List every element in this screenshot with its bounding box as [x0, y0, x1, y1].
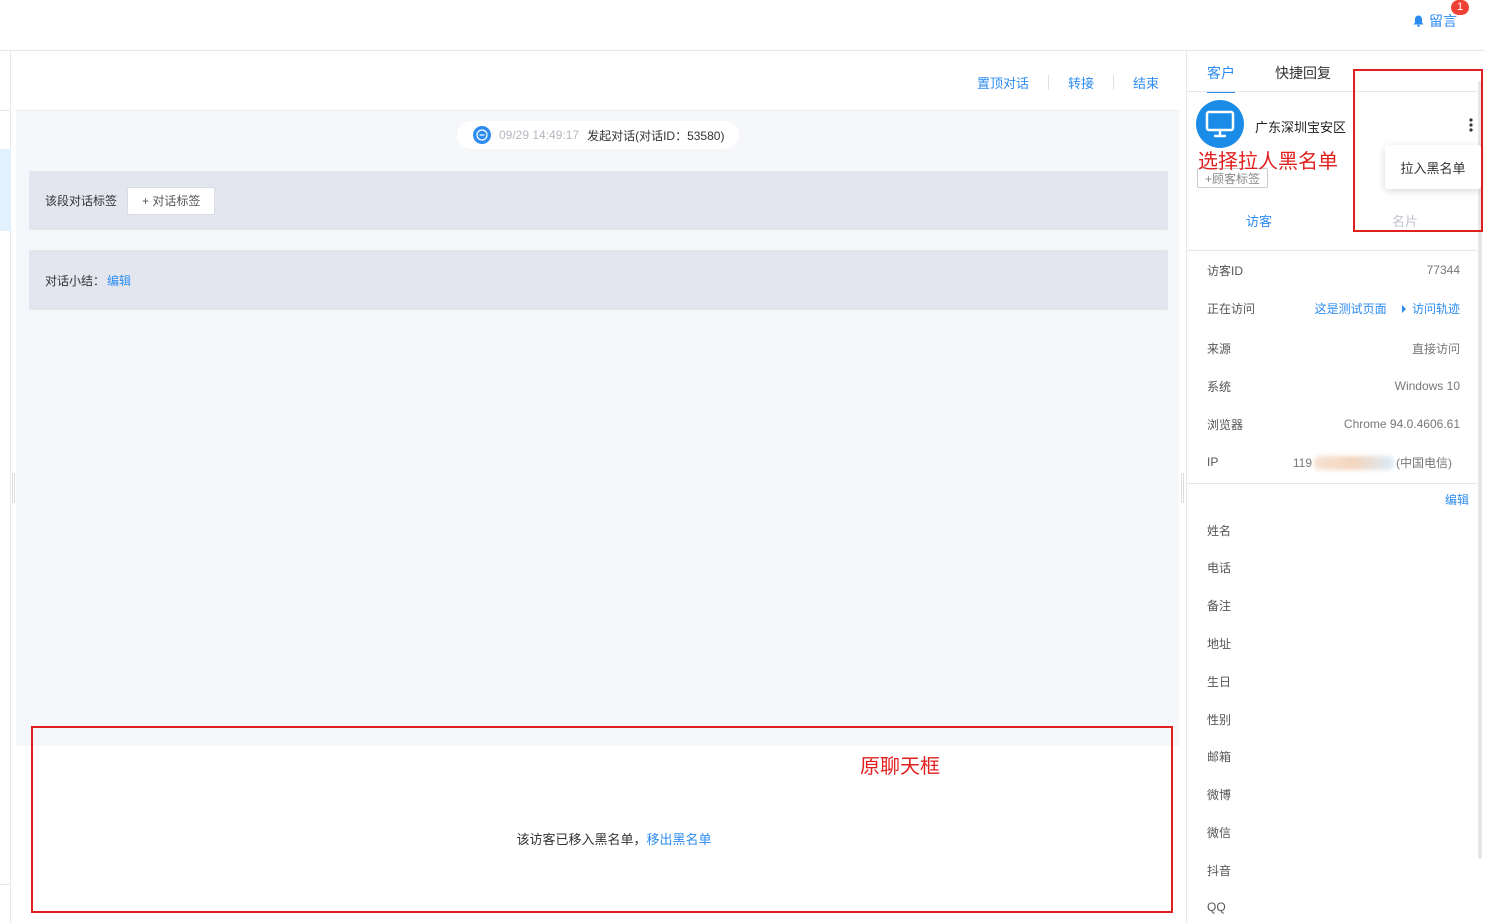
- message-button[interactable]: 留言: [1413, 11, 1457, 31]
- ip-isp: (中国电信): [1396, 455, 1452, 470]
- chat-actions: 置顶对话 转接 结束: [977, 73, 1159, 92]
- divider: [1047, 75, 1049, 90]
- visit-track-link[interactable]: 访问轨迹: [1401, 301, 1460, 316]
- message-badge: 1: [1451, 0, 1469, 15]
- visitor-location: 广东深圳宝安区: [1255, 120, 1347, 135]
- annotation-select-blacklist: 选择拉人黑名单: [1198, 151, 1338, 173]
- info-value: Windows 10: [1394, 379, 1460, 393]
- system-message-time: 09/29 14:49:17: [499, 128, 580, 142]
- field-gender: 性别: [1207, 713, 1232, 727]
- field-phone: 电话: [1207, 561, 1232, 575]
- ip-redacted: [1314, 456, 1394, 471]
- divider: [0, 884, 11, 885]
- selected-conversation[interactable]: [0, 149, 11, 231]
- chat-header: 置顶对话 转接 结束: [16, 51, 1179, 111]
- visiting-page-link[interactable]: 这是测试页面: [1315, 302, 1387, 316]
- info-key: 正在访问: [1207, 301, 1256, 316]
- conversation-tag-panel: 该段对话标签 + 对话标签: [29, 171, 1168, 230]
- add-tag-button[interactable]: + 对话标签: [127, 186, 216, 215]
- summary-label: 对话小结：: [45, 273, 106, 288]
- transfer-button[interactable]: 转接: [1068, 73, 1094, 92]
- tab-customer[interactable]: 客户: [1207, 63, 1235, 93]
- visit-track-label: 访问轨迹: [1411, 301, 1460, 316]
- conversation-summary-panel: 对话小结： 编辑: [29, 250, 1168, 310]
- pin-conversation-button[interactable]: 置顶对话: [977, 73, 1029, 92]
- more-vertical-icon[interactable]: [1469, 117, 1473, 133]
- chat-input-area: 该访客已移入黑名单，移出黑名单: [16, 746, 1179, 923]
- tag-label: 该段对话标签: [45, 194, 118, 208]
- tab-quick-reply[interactable]: 快捷回复: [1275, 63, 1331, 93]
- resize-handle[interactable]: [12, 473, 15, 503]
- edit-info-link[interactable]: 编辑: [1445, 491, 1469, 508]
- ip-value: 119 (中国电信): [1293, 454, 1452, 471]
- avatar: [1196, 100, 1244, 148]
- resize-handle[interactable]: [1181, 473, 1184, 503]
- info-key: 系统: [1207, 379, 1232, 394]
- info-key: 访客ID: [1207, 263, 1244, 278]
- message-label: 留言: [1429, 13, 1457, 29]
- info-value: 77344: [1426, 263, 1460, 277]
- field-wechat: 微信: [1207, 826, 1232, 840]
- info-row-browser: 浏览器 Chrome 94.0.4606.61: [1207, 414, 1460, 434]
- field-birthday: 生日: [1207, 675, 1232, 689]
- info-row-system: 系统 Windows 10: [1207, 376, 1460, 396]
- top-bar: 留言 1: [0, 0, 1485, 51]
- divider: [1112, 75, 1114, 90]
- info-row-visiting: 正在访问 这是测试页面 访问轨迹: [1207, 298, 1460, 318]
- blacklist-notice: 该访客已移入黑名单，移出黑名单: [16, 829, 1179, 848]
- system-message-text: 发起对话(对话ID：53580): [587, 128, 725, 143]
- system-message: 09/29 14:49:17 发起对话(对话ID：53580): [457, 121, 739, 149]
- desktop-icon: [1205, 110, 1235, 138]
- summary-edit-link[interactable]: 编辑: [107, 272, 131, 289]
- field-name: 姓名: [1207, 524, 1232, 538]
- divider: [1187, 91, 1477, 92]
- divider: [1187, 250, 1477, 251]
- remove-blacklist-link[interactable]: 移出黑名单: [647, 832, 712, 847]
- tab-business-card[interactable]: 名片: [1392, 211, 1418, 230]
- caret-right-icon: [1401, 305, 1406, 314]
- field-qq: QQ: [1207, 900, 1226, 914]
- info-row-ip: IP 119 (中国电信): [1207, 452, 1460, 472]
- info-value: Chrome 94.0.4606.61: [1343, 417, 1460, 431]
- info-key: 浏览器: [1207, 417, 1244, 432]
- customer-tabs: 客户 快捷回复: [1207, 63, 1331, 93]
- ip-prefix: 119: [1292, 455, 1312, 470]
- info-value: 直接访问: [1411, 341, 1460, 356]
- info-key: 来源: [1207, 341, 1232, 356]
- conversation-list-strip: [0, 51, 11, 923]
- annotation-original-chat: 原聊天框: [860, 756, 940, 778]
- divider: [0, 110, 11, 111]
- end-button[interactable]: 结束: [1133, 73, 1159, 92]
- field-note: 备注: [1207, 599, 1232, 613]
- info-key: IP: [1207, 455, 1219, 469]
- field-weibo: 微博: [1207, 788, 1232, 802]
- field-email: 邮箱: [1207, 750, 1232, 764]
- chat-bubble-icon: [473, 126, 491, 144]
- info-row-visitor-id: 访客ID 77344: [1207, 260, 1460, 280]
- tab-visitor[interactable]: 访客: [1246, 211, 1272, 230]
- scrollbar[interactable]: [1478, 81, 1482, 859]
- bell-icon: [1413, 15, 1424, 27]
- field-douyin: 抖音: [1207, 864, 1232, 878]
- blacklist-menu-item[interactable]: 拉入黑名单: [1385, 145, 1481, 189]
- visitor-subtabs: 访客 名片: [1187, 211, 1477, 251]
- field-address: 地址: [1207, 637, 1232, 651]
- divider: [1187, 483, 1477, 484]
- blacklist-notice-text: 该访客已移入黑名单，: [516, 832, 647, 847]
- info-row-source: 来源 直接访问: [1207, 338, 1460, 358]
